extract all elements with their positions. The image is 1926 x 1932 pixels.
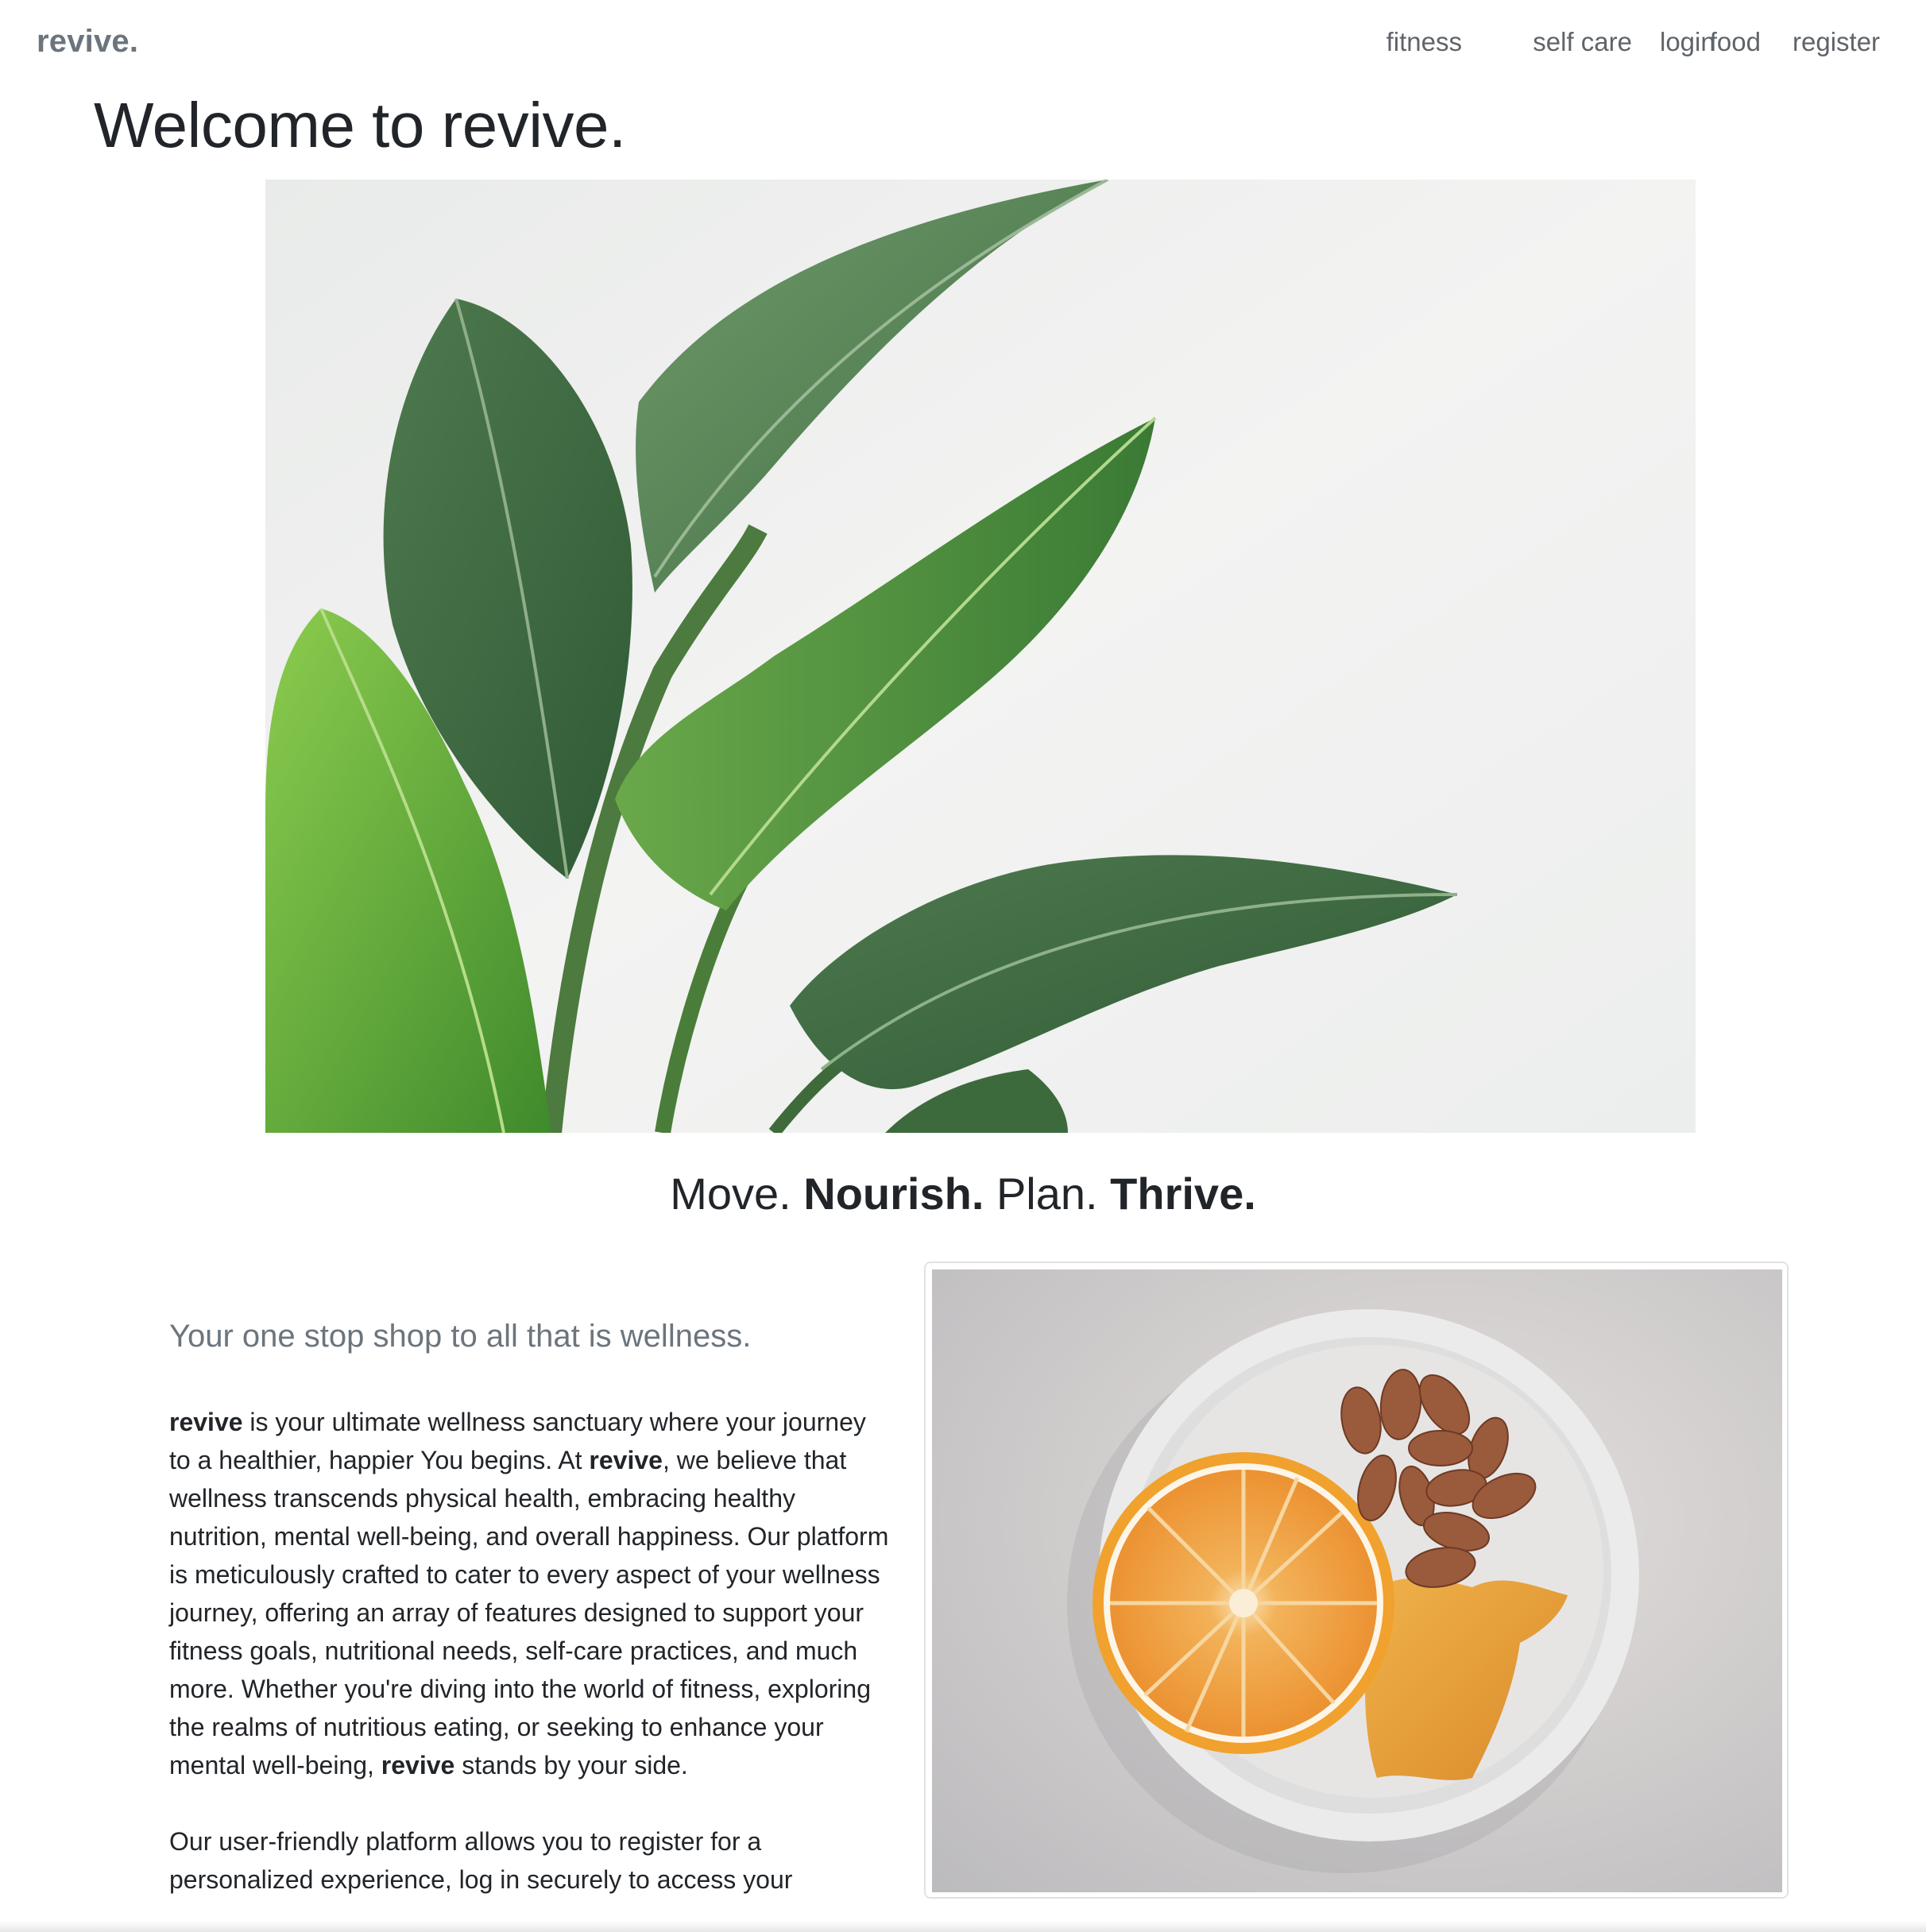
tagline-plan: Plan. bbox=[996, 1169, 1098, 1219]
brand-mention: revive bbox=[589, 1446, 663, 1474]
intro-paragraph-2: Our user-friendly platform allows you to… bbox=[169, 1827, 793, 1894]
page: revive. fitness self care food login reg… bbox=[0, 0, 1926, 1932]
tagline-thrive: Thrive. bbox=[1110, 1169, 1256, 1219]
nav-link-register[interactable]: register bbox=[1793, 27, 1880, 57]
food-image bbox=[932, 1269, 1782, 1892]
tagline: Move. Nourish. Plan. Thrive. bbox=[0, 1168, 1926, 1219]
intro-text-segment: , we believe that wellness transcends ph… bbox=[169, 1446, 889, 1779]
hero-image bbox=[265, 180, 1696, 1133]
intro-body: revive is your ultimate wellness sanctua… bbox=[169, 1403, 889, 1932]
brand-logo[interactable]: revive. bbox=[37, 24, 138, 60]
orange-almonds-mango-plate-photo-icon bbox=[932, 1269, 1782, 1892]
banana-plant-leaves-photo-icon bbox=[265, 180, 1696, 1133]
nav-link-food[interactable]: food bbox=[1710, 27, 1761, 57]
page-title: Welcome to revive. bbox=[94, 89, 626, 162]
intro-lead: Your one stop shop to all that is wellne… bbox=[169, 1319, 752, 1354]
nav-link-self-care[interactable]: self care bbox=[1533, 27, 1632, 57]
nav-link-login[interactable]: login bbox=[1660, 27, 1715, 57]
page-title-prefix: Welcome to bbox=[94, 90, 442, 160]
tagline-nourish: Nourish. bbox=[803, 1169, 984, 1219]
intro-paragraph-1: revive is your ultimate wellness sanctua… bbox=[169, 1403, 889, 1784]
brand-mention: revive bbox=[381, 1751, 455, 1779]
intro-text-segment: stands by your side. bbox=[454, 1751, 688, 1779]
scroll-shadow bbox=[0, 1921, 1926, 1932]
page-title-brand: revive. bbox=[441, 90, 627, 160]
food-image-card bbox=[924, 1262, 1789, 1899]
nav-link-fitness[interactable]: fitness bbox=[1386, 27, 1462, 57]
tagline-move: Move. bbox=[670, 1169, 791, 1219]
brand-mention: revive bbox=[169, 1408, 243, 1436]
